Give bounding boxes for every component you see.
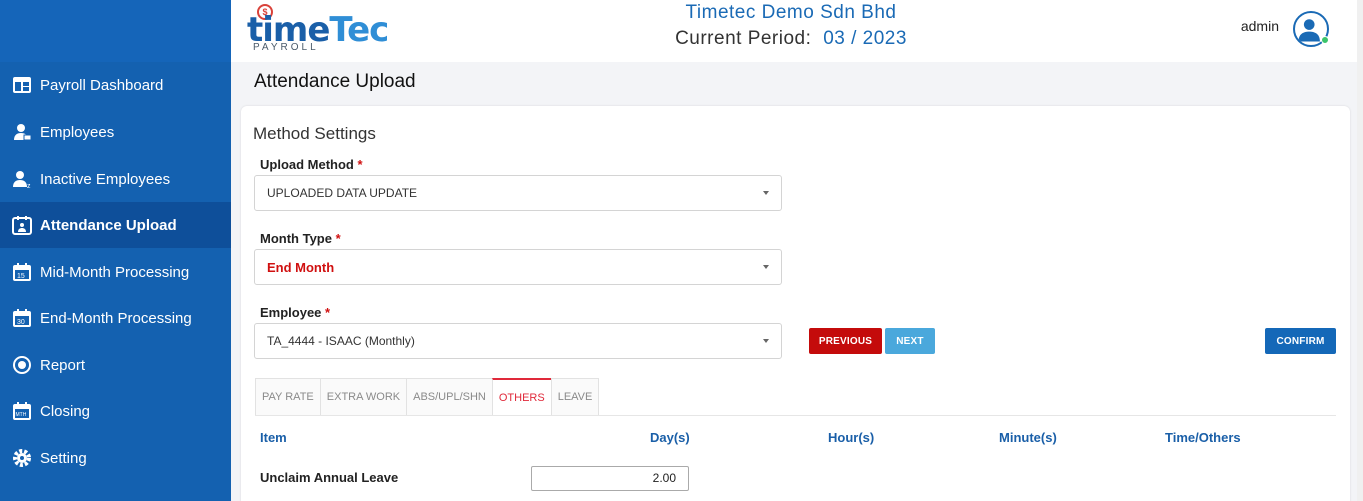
caret-down-icon: [763, 339, 769, 343]
calendar-15-icon: 15: [12, 262, 32, 282]
tab-leave[interactable]: LEAVE: [550, 378, 600, 416]
company-name: Timetec Demo Sdn Bhd: [685, 2, 897, 23]
month-type-value: End Month: [267, 259, 335, 275]
section-title: Method Settings: [253, 124, 376, 143]
next-button[interactable]: NEXT: [885, 328, 935, 354]
column-header-time-others: Time/Others: [1165, 430, 1241, 445]
sidebar-item-inactive-employees[interactable]: z Inactive Employees: [0, 156, 231, 202]
sidebar-item-label: Closing: [40, 402, 91, 420]
inactive-employee-icon: z: [12, 169, 32, 189]
column-header-hours: Hour(s): [828, 430, 875, 445]
employee-label: Employee *: [260, 305, 330, 320]
method-settings-card: Method Settings Upload Method * UPLOADED…: [241, 106, 1350, 501]
calendar-30-icon: 30: [12, 308, 32, 328]
days-input[interactable]: 2.00: [531, 466, 689, 491]
employee-select[interactable]: TA_4444 - ISAAC (Monthly): [254, 323, 782, 359]
employee-icon: [12, 122, 32, 142]
column-header-days: Day(s): [650, 430, 690, 445]
upload-method-label: Upload Method *: [260, 157, 363, 172]
employee-value: TA_4444 - ISAAC (Monthly): [267, 334, 415, 348]
tab-others[interactable]: OTHERS: [491, 378, 551, 416]
page-title: Attendance Upload: [254, 71, 416, 92]
column-header-item: Item: [260, 430, 287, 445]
sidebar-item-label: Attendance Upload: [40, 216, 177, 234]
logo-subtext: PAYROLL: [253, 42, 319, 53]
month-type-select[interactable]: End Month: [254, 249, 782, 285]
sidebar-header: [0, 0, 231, 62]
period-label: Current Period:: [675, 28, 812, 49]
svg-text:z: z: [27, 183, 31, 189]
required-mark: *: [357, 157, 363, 172]
tab-abs-upl-shn[interactable]: ABS/UPL/SHN: [406, 378, 492, 416]
tab-bar: PAY RATE EXTRA WORK ABS/UPL/SHN OTHERS L…: [255, 378, 600, 416]
sidebar-item-label: Mid-Month Processing: [40, 263, 190, 281]
upload-method-value: UPLOADED DATA UPDATE: [267, 186, 418, 200]
required-mark: *: [335, 231, 341, 246]
report-icon: [12, 355, 32, 375]
tab-pay-rate[interactable]: PAY RATE: [255, 378, 320, 416]
sidebar-item-closing[interactable]: MTH Closing: [0, 388, 231, 434]
svg-text:30: 30: [17, 319, 25, 326]
gear-icon: [12, 448, 32, 468]
tab-divider: [255, 415, 1336, 416]
sidebar-item-label: Payroll Dashboard: [40, 76, 164, 94]
period-value: 03 / 2023: [823, 28, 907, 49]
upload-method-label-text: Upload Method: [260, 157, 354, 172]
timetec-logo[interactable]: $ timeTec PAYROLL: [247, 4, 389, 56]
sidebar-item-payroll-dashboard[interactable]: Payroll Dashboard: [0, 62, 231, 108]
sidebar-item-label: Report: [40, 356, 86, 374]
sidebar-item-end-month-processing[interactable]: 30 End-Month Processing: [0, 295, 231, 341]
username[interactable]: admin: [1241, 18, 1279, 34]
sidebar-item-label: End-Month Processing: [40, 309, 192, 327]
attendance-icon: [12, 215, 32, 235]
sidebar-item-label: Inactive Employees: [40, 170, 171, 188]
closing-icon: MTH: [12, 401, 32, 421]
sidebar-item-mid-month-processing[interactable]: 15 Mid-Month Processing: [0, 249, 231, 295]
top-header: $ timeTec PAYROLL Timetec Demo Sdn Bhd C…: [231, 0, 1363, 62]
month-type-label-text: Month Type: [260, 231, 332, 246]
sidebar-item-employees[interactable]: Employees: [0, 109, 231, 155]
confirm-button[interactable]: CONFIRM: [1265, 328, 1336, 354]
previous-button[interactable]: PREVIOUS: [809, 328, 882, 354]
sidebar-item-report[interactable]: Report: [0, 342, 231, 388]
online-status-dot: [1321, 36, 1329, 44]
sidebar: Payroll Dashboard Employees z Inactive E…: [0, 0, 231, 501]
employee-label-text: Employee: [260, 305, 322, 320]
svg-text:15: 15: [17, 273, 25, 280]
row-item-label: Unclaim Annual Leave: [260, 470, 399, 485]
month-type-label: Month Type *: [260, 231, 341, 246]
required-mark: *: [325, 305, 331, 320]
caret-down-icon: [763, 191, 769, 195]
column-header-minutes: Minute(s): [999, 430, 1057, 445]
sidebar-item-attendance-upload[interactable]: Attendance Upload: [0, 202, 231, 248]
company-info: Timetec Demo Sdn Bhd Current Period: 03 …: [651, 2, 931, 50]
dashboard-icon: [12, 75, 32, 95]
sidebar-item-label: Setting: [40, 449, 87, 467]
tab-extra-work[interactable]: EXTRA WORK: [319, 378, 407, 416]
page-scrollbar[interactable]: [1357, 0, 1363, 501]
sidebar-item-label: Employees: [40, 123, 115, 141]
upload-method-select[interactable]: UPLOADED DATA UPDATE: [254, 175, 782, 211]
current-period: Current Period: 03 / 2023: [651, 28, 931, 50]
svg-text:MTH: MTH: [16, 412, 27, 418]
sidebar-item-setting[interactable]: Setting: [0, 435, 231, 481]
caret-down-icon: [763, 265, 769, 269]
